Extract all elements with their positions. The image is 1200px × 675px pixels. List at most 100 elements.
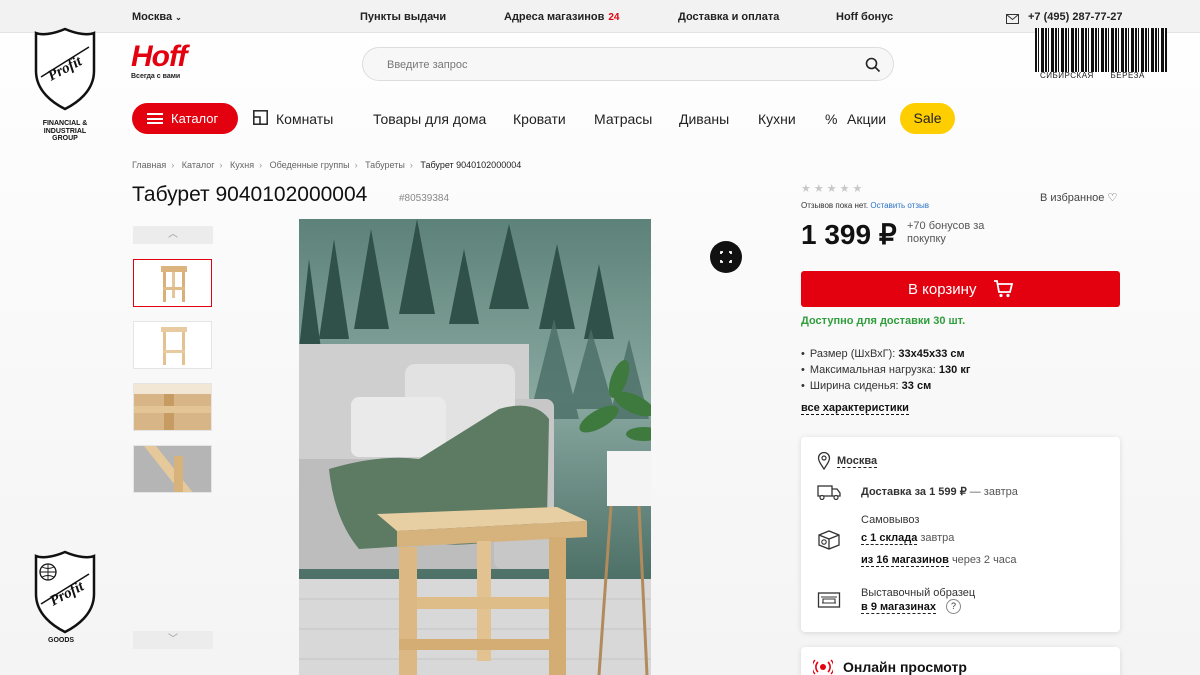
courier-when: — завтра [969,486,1018,498]
product-main-image[interactable] [299,219,651,675]
rooms-icon [253,110,268,130]
sale-button[interactable]: Sale [900,103,955,134]
showroom-icon [817,590,841,615]
showroom-title: Выставочный образец [861,587,976,599]
showroom-stores: в 9 магазинах [861,601,937,614]
profit-fin-caption: FINANCIAL & INDUSTRIAL GROUP [42,120,88,142]
pickup-title: Самовывоз [861,514,920,526]
profit-goods-caption: GOODS [48,637,75,644]
pickup-stores-link[interactable]: из 16 магазинов [861,554,949,567]
mail-icon [1006,11,1019,29]
leave-review-link[interactable]: Оставить отзыв [870,201,929,210]
spec-value: 130 кг [938,364,971,376]
spec-label: Ширина сиденья: [809,380,899,392]
phone-number[interactable]: +7 (495) 287-77-27 [1028,11,1122,23]
online-view-label: Онлайн просмотр [843,659,967,675]
spec-item: Размер (ШхВхГ): 33x45x33 см [801,346,970,362]
store-addresses-link[interactable]: Адреса магазинов 24 [504,11,619,23]
expand-icon [720,251,732,263]
breadcrumb-dining-groups[interactable]: Обеденные группы [270,160,350,170]
pickup-stores: из 16 магазинов через 2 часа [861,554,1017,567]
breadcrumb-current: Табурет 9040102000004 [420,160,522,170]
breadcrumb-home[interactable]: Главная [132,160,166,170]
add-to-favorites[interactable]: В избранное ♡ [1040,191,1117,204]
delivery-city-selector[interactable]: Москва [837,455,878,468]
percent-icon: % [825,111,838,127]
breadcrumb-stools[interactable]: Табуреты [365,160,405,170]
nav-kitchens[interactable]: Кухни [758,111,796,127]
favorites-label: В избранное [1040,192,1105,204]
store-addresses-label: Адреса магазинов [504,11,605,23]
thumbnail-4[interactable] [133,445,212,493]
add-to-cart-button[interactable]: В корзину [801,271,1120,307]
chevron-up-icon: ︿ [168,229,178,240]
menu-icon [147,113,163,124]
cart-button-label: В корзину [908,281,977,298]
cart-icon [993,280,1014,302]
online-view-card[interactable]: Онлайн просмотр [801,647,1120,675]
search-placeholder: Введите запрос [387,59,468,71]
availability-status: Доступно для доставки 30 шт. [801,315,966,327]
courier-delivery: Доставка за 1 599 ₽ — завтра [861,485,1018,498]
spec-list: Размер (ШхВхГ): 33x45x33 см Максимальная… [801,346,971,394]
rating-stars: ★★★★★ [801,183,866,195]
thumbnail-1[interactable] [133,259,212,307]
thumbs-up-button[interactable]: ︿ [133,226,213,244]
box-pickup-icon [817,529,841,556]
hoff-wordmark: Hoff [131,40,187,73]
fullscreen-button[interactable] [710,241,742,273]
heart-icon: ♡ [1107,192,1118,204]
nav-sofas[interactable]: Диваны [679,111,729,127]
nav-home-goods[interactable]: Товары для дома [373,111,486,127]
pickup-stores-when: через 2 часа [951,554,1017,566]
spec-item: Максимальная нагрузка: 130 кг [801,362,971,378]
hoff-bonus-link[interactable]: Hoff бонус [836,11,893,23]
nav-mattresses[interactable]: Матрасы [594,111,652,127]
spec-label: Размер (ШхВхГ): [809,348,896,360]
search-input[interactable]: Введите запрос [362,47,894,81]
delivery-payment-link[interactable]: Доставка и оплата [678,11,779,23]
nav-rooms[interactable]: Комнаты [276,111,333,127]
thumbnail-3[interactable] [133,383,212,431]
catalog-label: Каталог [171,111,219,126]
barcode-image [1035,28,1167,72]
barcode-caption: СИБИРСКАЯ БЕРЕЗА [1040,71,1145,80]
all-specs-link[interactable]: все характеристики [801,402,909,415]
hoff-logo[interactable]: Hoff Всегда с вами [131,40,187,81]
spec-item: Ширина сиденья: 33 см [801,378,970,394]
truck-icon [817,484,841,505]
thumbnail-2[interactable] [133,321,212,369]
courier-price: Доставка за 1 599 ₽ [861,486,967,498]
reviews-info: Отзывов пока нет. Оставить отзыв [801,201,929,210]
location-pin-icon [817,451,831,475]
product-sku: #80539384 [399,193,450,204]
pickup-points-link[interactable]: Пункты выдачи [360,11,446,23]
hoff-tagline: Всегда с вами [131,73,181,80]
city-label: Москва [132,11,173,23]
profit-shield-logo: Profit [33,27,97,116]
search-icon[interactable] [865,57,881,78]
chevron-down-icon: ﹀ [168,634,178,645]
pickup-warehouse-link[interactable]: с 1 склада [861,532,918,545]
city-selector[interactable]: Москва ⌄ [132,11,182,23]
spec-label: Максимальная нагрузка: [809,364,936,376]
reviews-text: Отзывов пока нет. [801,201,869,210]
pickup-warehouse-when: завтра [920,532,955,544]
spec-value: 33x45x33 см [898,348,965,360]
catalog-button[interactable]: Каталог [132,103,238,134]
thumbs-down-button[interactable]: ﹀ [133,631,213,649]
page-title: Табурет 9040102000004 [132,183,368,206]
spec-value: 33 см [901,380,932,392]
nav-promotions[interactable]: Акции [847,111,886,127]
delivery-card: Москва Доставка за 1 599 ₽ — завтра Само… [801,437,1120,632]
pickup-warehouse: с 1 склада завтра [861,532,955,545]
showroom-stores-link[interactable]: в 9 магазинах [861,601,937,614]
nav-beds[interactable]: Кровати [513,111,566,127]
chevron-down-icon: ⌄ [175,13,182,22]
breadcrumb-kitchen[interactable]: Кухня [230,160,254,170]
profit-goods-logo: Profit [33,550,97,639]
help-icon[interactable]: ? [946,599,961,614]
bonus-points: +70 бонусов за покупку [907,220,985,245]
top-bar: Москва ⌄ Пункты выдачи Адреса магазинов 2… [0,0,1200,33]
breadcrumb-catalog[interactable]: Каталог [182,160,215,170]
